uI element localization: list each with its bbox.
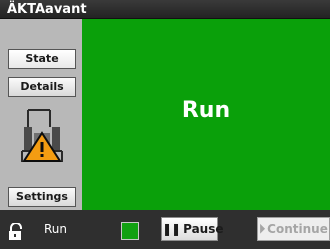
window-title: ÄKTAavant — [0, 0, 330, 19]
run-status-text: Run — [44, 222, 68, 236]
sidebar: State Details Settings — [0, 19, 82, 210]
settings-button[interactable]: Settings — [8, 187, 76, 207]
details-button[interactable]: Details — [8, 77, 76, 97]
system-warning-icon — [21, 109, 63, 162]
state-button[interactable]: State — [8, 49, 76, 69]
continue-button[interactable]: ⏵ Continue — [257, 217, 330, 241]
bottom-toolbar: Run ❚❚ Pause ⏵ Continue — [0, 210, 330, 249]
pause-button[interactable]: ❚❚ Pause — [161, 217, 224, 241]
pause-label: Pause — [183, 222, 224, 236]
continue-label: Continue — [267, 222, 328, 236]
status-panel: Run — [82, 19, 330, 210]
unlock-icon[interactable] — [8, 223, 24, 241]
pause-icon: ❚❚ — [162, 222, 181, 236]
continue-icon: ⏵ — [259, 222, 266, 236]
run-indicator — [121, 222, 139, 240]
app-window: ÄKTAavant State Details Settings Run Run… — [0, 0, 330, 249]
status-text: Run — [181, 98, 231, 123]
